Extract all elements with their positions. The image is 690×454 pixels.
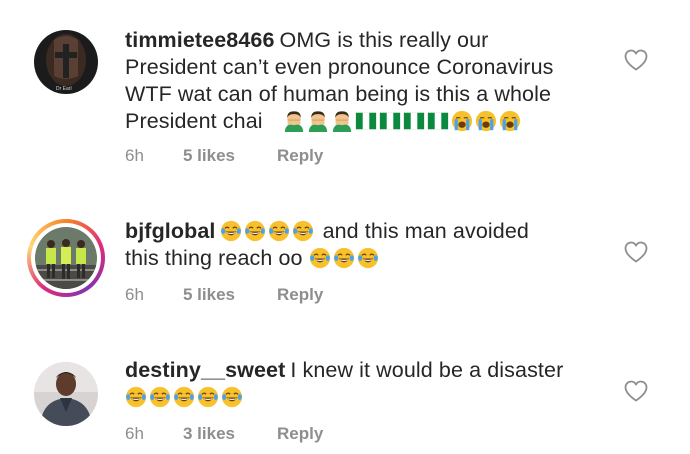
person-photo-image <box>34 362 98 426</box>
loudly-crying-emoji <box>499 110 521 132</box>
tears-of-joy-emoji <box>197 386 219 408</box>
heart-outline-icon[interactable] <box>623 48 649 72</box>
comment-text-line: President chai <box>125 109 263 133</box>
nigeria-flag-emoji <box>379 110 401 132</box>
comment-text-line: President can’t even pronounce Coronavir… <box>125 55 554 79</box>
comment-text-line: WTF wat can of human being is this a who… <box>125 82 552 106</box>
avatar-story-ring[interactable] <box>27 219 105 297</box>
likes-count[interactable]: 3 likes <box>183 424 277 444</box>
tears-of-joy-emoji <box>244 220 266 242</box>
reply-button[interactable]: Reply <box>277 285 323 305</box>
username[interactable]: timmietee8466 <box>125 28 275 52</box>
comment-time: 6h <box>125 146 144 165</box>
woman-facepalming-emoji <box>331 110 353 132</box>
tears-of-joy-emoji <box>221 386 243 408</box>
loudly-crying-emoji <box>475 110 497 132</box>
reply-button[interactable]: Reply <box>277 424 323 444</box>
reply-button[interactable]: Reply <box>277 146 323 166</box>
comment-text-line: I knew it would be a disaster <box>290 358 564 382</box>
avatar <box>35 227 97 289</box>
comment-line-2 <box>125 384 595 411</box>
tears-of-joy-emoji <box>292 220 314 242</box>
comment-body: timmietee8466 OMG is this really our Pres… <box>125 27 595 135</box>
comment-time: 6h <box>125 424 144 443</box>
avatar-caption: Dr Earl <box>56 86 72 92</box>
tears-of-joy-emoji <box>309 247 331 269</box>
avatar[interactable]: Dr Earl <box>34 30 98 94</box>
username[interactable]: destiny__sweet <box>125 358 285 382</box>
comment-meta: 6h 5 likes Reply <box>125 285 323 305</box>
tears-of-joy-emoji <box>220 220 242 242</box>
comment-time: 6h <box>125 285 144 304</box>
woman-facepalming-emoji <box>307 110 329 132</box>
comment-line-1: timmietee8466 OMG is this really our <box>125 27 595 54</box>
tears-of-joy-emoji <box>333 247 355 269</box>
woman-facepalming-emoji <box>283 110 305 132</box>
username[interactable]: bjfglobal <box>125 219 215 243</box>
comment-text-line: and this man avoided <box>322 219 529 243</box>
tears-of-joy-emoji <box>357 247 379 269</box>
nigeria-flag-emoji <box>403 110 425 132</box>
tears-of-joy-emoji <box>125 386 147 408</box>
nigeria-flag-emoji <box>355 110 377 132</box>
comment-meta: 6h 3 likes Reply <box>125 424 323 444</box>
comment-line-1: destiny__sweet I knew it would be a disas… <box>125 357 595 384</box>
comment-meta: 6h 5 likes Reply <box>125 146 323 166</box>
comment-body: destiny__sweet I knew it would be a disas… <box>125 357 595 411</box>
avatar[interactable] <box>34 362 98 426</box>
praying-hands-cross-image: Dr Earl <box>34 30 98 94</box>
likes-count[interactable]: 5 likes <box>183 146 277 166</box>
comment-body: bjfglobal and this man avoided this thin… <box>125 218 595 272</box>
comment-text-line: this thing reach oo <box>125 246 303 270</box>
comment-text-line: OMG is this really our <box>279 28 489 52</box>
tears-of-joy-emoji <box>149 386 171 408</box>
comment-line-2: this thing reach oo <box>125 245 595 272</box>
workers-group-image <box>35 227 97 289</box>
tears-of-joy-emoji <box>268 220 290 242</box>
heart-outline-icon[interactable] <box>623 240 649 264</box>
comment-line-1: bjfglobal and this man avoided <box>125 218 595 245</box>
loudly-crying-emoji <box>451 110 473 132</box>
likes-count[interactable]: 5 likes <box>183 285 277 305</box>
heart-outline-icon[interactable] <box>623 379 649 403</box>
comment-line-4: President chai <box>125 108 595 135</box>
tears-of-joy-emoji <box>173 386 195 408</box>
nigeria-flag-emoji <box>427 110 449 132</box>
